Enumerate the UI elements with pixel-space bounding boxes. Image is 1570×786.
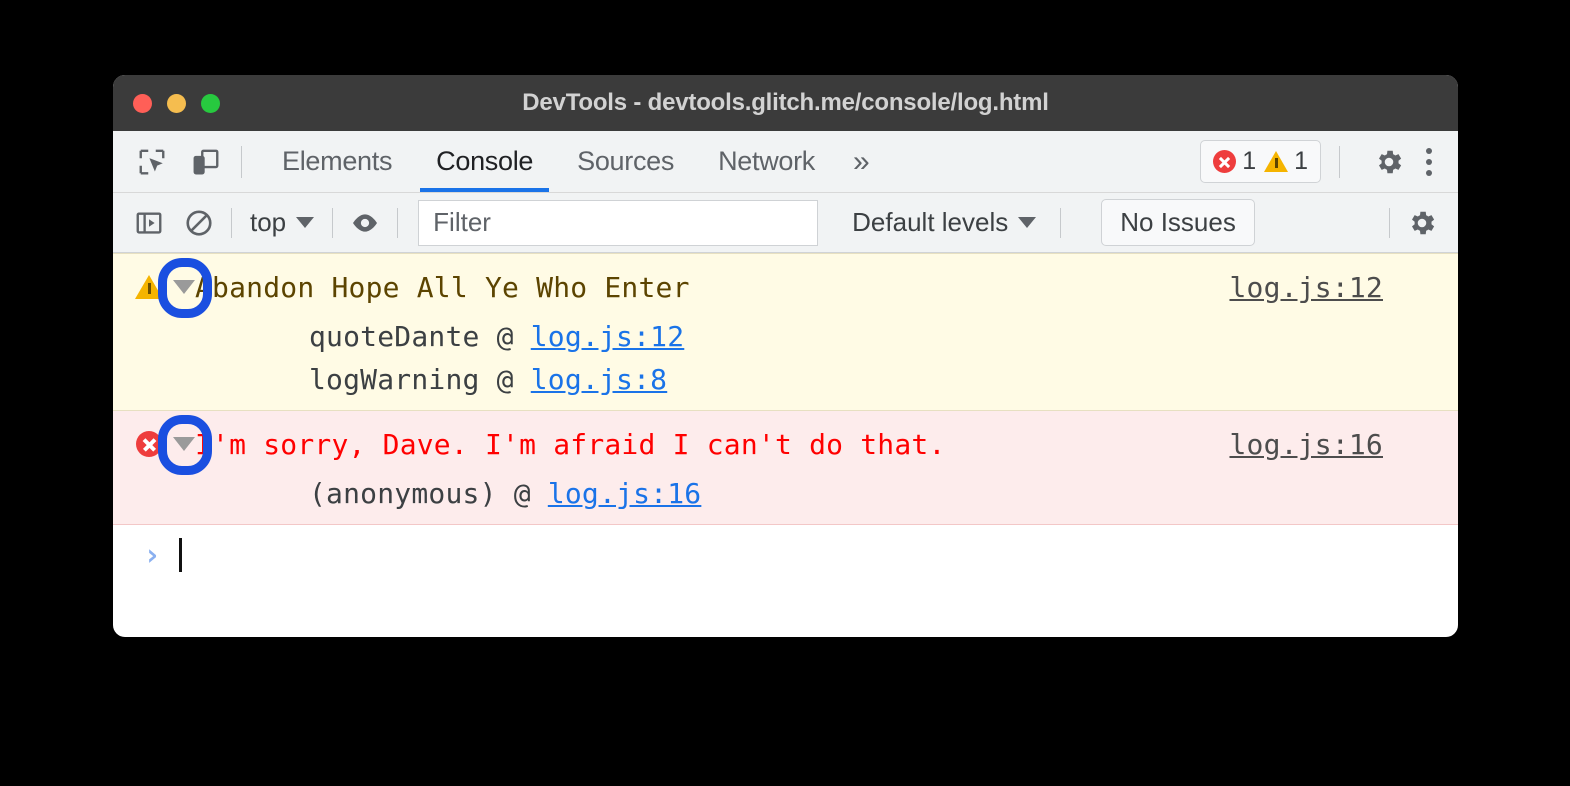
tab-sources[interactable]: Sources: [555, 131, 696, 192]
devtools-window: DevTools - devtools.glitch.me/console/lo…: [113, 75, 1458, 637]
warning-count-value: 1: [1294, 147, 1308, 176]
stack-frame: quoteDante @ log.js:12: [113, 320, 1458, 353]
error-count-value: 1: [1242, 147, 1256, 176]
chevron-down-icon: [173, 280, 195, 294]
stack-frame: (anonymous) @ log.js:16: [113, 477, 1458, 510]
warning-source-link[interactable]: log.js:12: [1229, 271, 1383, 304]
inspect-element-icon[interactable]: [135, 145, 169, 179]
device-toolbar-icon[interactable]: [189, 145, 223, 179]
execution-context-selector[interactable]: top: [246, 207, 318, 238]
stack-frame-fn: (anonymous) @: [309, 477, 548, 510]
chevron-down-icon: [296, 217, 314, 228]
console-toolbar: top Filter Default levels No Issues: [113, 193, 1458, 253]
console-row-warning[interactable]: Abandon Hope All Ye Who Enter log.js:12 …: [113, 253, 1458, 411]
console-toolbar-right: [1375, 205, 1458, 241]
panel-tabs: Elements Console Sources Network »: [260, 131, 885, 192]
tab-elements[interactable]: Elements: [260, 131, 414, 192]
console-prompt[interactable]: ›: [113, 525, 1458, 585]
console-settings-gear-icon[interactable]: [1404, 205, 1440, 241]
issue-counter[interactable]: 1 1: [1200, 140, 1321, 183]
console-row-warning-header: Abandon Hope All Ye Who Enter log.js:12: [113, 264, 1458, 310]
chevron-down-icon: [173, 437, 195, 451]
window-title: DevTools - devtools.glitch.me/console/lo…: [113, 89, 1458, 117]
console-toolbar-divider-4: [1060, 208, 1061, 238]
warning-triangle-icon: [1264, 151, 1288, 172]
chevron-down-icon: [1018, 217, 1036, 228]
error-circle-icon: [1213, 150, 1236, 173]
error-count-group: 1: [1213, 147, 1256, 176]
error-source-link[interactable]: log.js:16: [1229, 428, 1383, 461]
console-toolbar-divider-5: [1389, 208, 1390, 238]
minimize-window-button[interactable]: [167, 94, 186, 113]
error-circle-icon: [135, 430, 163, 458]
console-row-error[interactable]: I'm sorry, Dave. I'm afraid I can't do t…: [113, 411, 1458, 525]
devtools-tabbar: Elements Console Sources Network » 1 1: [113, 131, 1458, 193]
warning-message-text: Abandon Hope All Ye Who Enter: [195, 271, 690, 304]
settings-gear-icon[interactable]: [1372, 145, 1406, 179]
tab-console[interactable]: Console: [414, 131, 555, 192]
execution-context-label: top: [250, 207, 286, 238]
warning-triangle-icon: [135, 273, 163, 301]
console-row-error-header: I'm sorry, Dave. I'm afraid I can't do t…: [113, 421, 1458, 467]
expand-arrow-warning[interactable]: [169, 272, 199, 302]
screenshot-root: DevTools - devtools.glitch.me/console/lo…: [0, 0, 1570, 786]
console-toolbar-divider-2: [332, 208, 333, 238]
log-level-selector[interactable]: Default levels: [852, 207, 1036, 238]
error-message-text: I'm sorry, Dave. I'm afraid I can't do t…: [195, 428, 946, 461]
warning-count-group: 1: [1264, 147, 1308, 176]
stack-frame-fn: quoteDante @: [309, 320, 531, 353]
log-level-label: Default levels: [852, 207, 1008, 238]
toolbar-divider: [241, 146, 242, 178]
stack-frame-fn: logWarning @: [309, 363, 531, 396]
prompt-chevron-icon: ›: [143, 538, 161, 573]
tabbar-right-divider: [1339, 146, 1340, 178]
issues-button[interactable]: No Issues: [1101, 199, 1255, 246]
stack-frame-link[interactable]: log.js:8: [531, 363, 667, 396]
window-titlebar: DevTools - devtools.glitch.me/console/lo…: [113, 75, 1458, 131]
zoom-window-button[interactable]: [201, 94, 220, 113]
close-window-button[interactable]: [133, 94, 152, 113]
stack-frame-link[interactable]: log.js:12: [531, 320, 685, 353]
stack-frame: logWarning @ log.js:8: [113, 363, 1458, 396]
live-expression-eye-icon[interactable]: [347, 205, 383, 241]
text-cursor: [179, 538, 182, 572]
stack-frame-link[interactable]: log.js:16: [548, 477, 702, 510]
console-sidebar-icon[interactable]: [131, 205, 167, 241]
clear-console-icon[interactable]: [181, 205, 217, 241]
console-message-list: Abandon Hope All Ye Who Enter log.js:12 …: [113, 253, 1458, 531]
more-tabs-chevron-icon[interactable]: »: [837, 131, 885, 192]
tabbar-right-group: 1 1: [1200, 131, 1442, 192]
console-toolbar-divider-1: [231, 208, 232, 238]
kebab-menu-icon[interactable]: [1416, 145, 1442, 179]
expand-arrow-error[interactable]: [169, 429, 199, 459]
tab-network[interactable]: Network: [696, 131, 837, 192]
console-toolbar-divider-3: [397, 208, 398, 238]
traffic-light-group: [133, 94, 220, 113]
filter-input[interactable]: Filter: [418, 200, 818, 246]
